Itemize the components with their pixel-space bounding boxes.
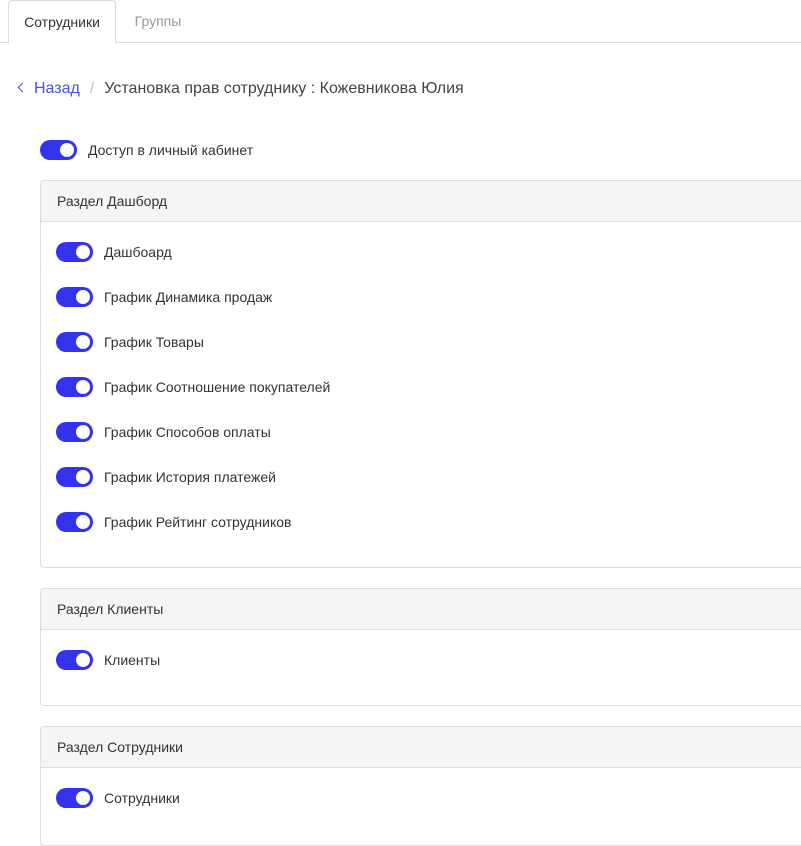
- toggle-payment-history[interactable]: [56, 467, 93, 487]
- access-toggle[interactable]: [40, 140, 77, 160]
- toggle-label: Сотрудники: [104, 790, 180, 806]
- toggle-employee-rating[interactable]: [56, 512, 93, 532]
- tab-bar: Сотрудники Группы: [0, 0, 801, 44]
- toggle-label: Клиенты: [104, 652, 161, 668]
- section-dashboard: Раздел Дашборд Дашбоард График Динамика …: [40, 180, 801, 568]
- tab-employees[interactable]: Сотрудники: [8, 0, 116, 44]
- section-header: Раздел Сотрудники: [41, 727, 801, 768]
- section-header: Раздел Дашборд: [41, 181, 801, 222]
- section-employees: Раздел Сотрудники Сотрудники: [40, 726, 801, 846]
- toggle-label: График Динамика продаж: [104, 289, 273, 305]
- toggle-label: График Товары: [104, 334, 204, 350]
- section-header: Раздел Клиенты: [41, 589, 801, 630]
- breadcrumb-separator: /: [89, 80, 95, 97]
- toggle-buyers-ratio[interactable]: [56, 377, 93, 397]
- toggle-label: График Рейтинг сотрудников: [104, 514, 292, 530]
- toggle-dashboard[interactable]: [56, 242, 93, 262]
- back-label: Назад: [34, 80, 80, 97]
- toggle-label: График Способов оплаты: [104, 424, 271, 440]
- toggle-label: График Соотношение покупателей: [104, 379, 331, 395]
- toggle-goods[interactable]: [56, 332, 93, 352]
- toggle-clients[interactable]: [56, 650, 93, 670]
- page-title: Установка прав сотруднику : Кожевникова …: [104, 80, 464, 97]
- toggle-employees[interactable]: [56, 788, 93, 808]
- access-label: Доступ в личный кабинет: [88, 142, 254, 158]
- toggle-sales-dynamics[interactable]: [56, 287, 93, 307]
- toggle-payment-methods[interactable]: [56, 422, 93, 442]
- breadcrumb: Назад / Установка прав сотруднику : Кожевн…: [17, 78, 464, 100]
- toggle-label: Дашбоард: [104, 244, 172, 260]
- tab-groups[interactable]: Группы: [118, 0, 198, 43]
- toggle-label: График История платежей: [104, 469, 276, 485]
- chevron-left-icon: [17, 82, 28, 93]
- section-clients: Раздел Клиенты Клиенты: [40, 588, 801, 706]
- back-link[interactable]: Назад: [17, 80, 80, 97]
